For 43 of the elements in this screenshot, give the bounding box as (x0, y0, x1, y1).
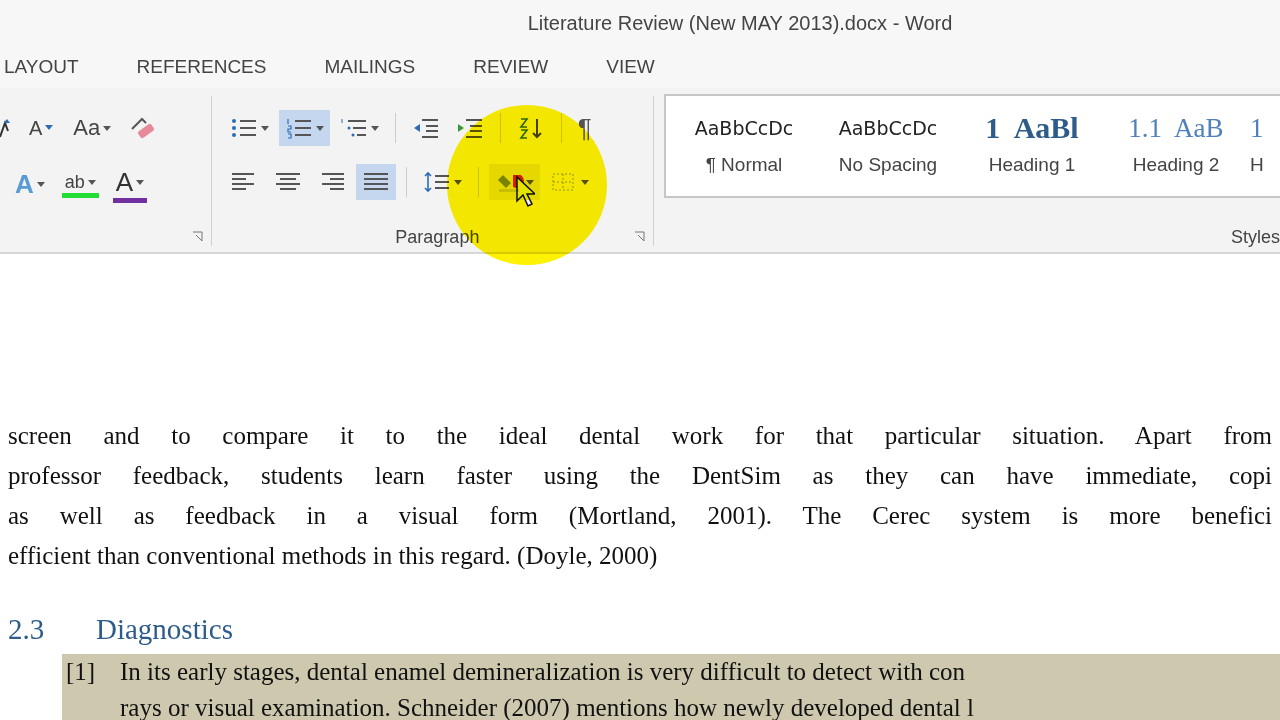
window-title: Literature Review (New MAY 2013).docx - Word (527, 11, 953, 35)
ribbon-tab[interactable]: REVIEW (469, 54, 553, 80)
body-text-line: screen and to compare it to the ideal dental work for that particular situation. Apart from (8, 421, 1272, 451)
style-option[interactable]: 1 H (1250, 106, 1280, 196)
body-text-line: efficient than conventional methods in this regard. (Doyle, 2000) (8, 541, 659, 572)
style-option[interactable]: AaBbCcDc No Spacing (818, 106, 958, 196)
ribbon-tab[interactable]: REFERENCES (132, 54, 271, 80)
shrink-font-button[interactable]: A (26, 114, 57, 142)
multilevel-list-icon (339, 117, 368, 139)
numbered-list-icon (284, 117, 313, 139)
caret-icon (315, 125, 324, 131)
bullet-list-icon (229, 117, 258, 139)
group-label: Styles (1230, 227, 1280, 247)
ribbon-tab[interactable]: MAILINGS (320, 54, 420, 80)
mouse-pointer-icon (513, 175, 535, 209)
caret-icon (45, 125, 54, 131)
font-color-button[interactable]: A (112, 165, 148, 203)
style-option[interactable]: AaBbCcDc ¶ Normal (674, 106, 814, 196)
caret-icon (36, 181, 45, 187)
align-center-icon (273, 171, 302, 193)
ribbon-tab[interactable]: LAYOUT (0, 54, 83, 80)
heading-number: 2.3 (8, 612, 46, 646)
section-heading: Diagnostics (96, 612, 233, 646)
ribbon-tab[interactable]: VIEW (602, 54, 659, 80)
caret-icon (370, 125, 379, 131)
highlight-button[interactable]: ab (61, 170, 99, 198)
reference-text-line: In its early stages, dental enamel demineralization is very difficult to detect with con (120, 657, 967, 687)
justify-icon (361, 171, 390, 193)
body-text-line: professor feedback, students learn faster using the DentSim as they can have immediate, copi (8, 461, 1272, 491)
reference-number: [1] (66, 657, 97, 687)
change-case-button[interactable]: Aa (70, 113, 115, 143)
numbered-list-button[interactable] (278, 110, 330, 146)
caret-icon (136, 180, 145, 185)
dialog-launcher-icon[interactable] (634, 231, 645, 242)
dialog-launcher-icon[interactable] (191, 231, 203, 242)
grow-font-icon[interactable] (0, 117, 12, 139)
style-option[interactable]: 1 AaBl Heading 1 (962, 106, 1102, 196)
justify-button[interactable] (355, 164, 396, 200)
caret-icon (87, 180, 96, 185)
style-option[interactable]: 1.1 AaB Heading 2 (1106, 106, 1246, 196)
caret-icon (260, 125, 269, 131)
caret-icon (103, 125, 112, 131)
body-text-line: as well as feedback in a visual form (Mortland, 2001). The Cerec system is more benefici (8, 501, 1272, 532)
